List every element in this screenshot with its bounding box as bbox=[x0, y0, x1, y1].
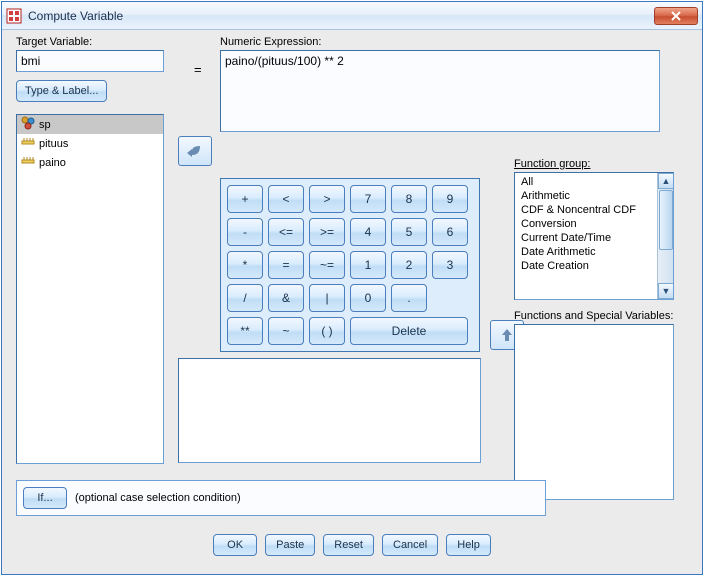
keypad-key[interactable]: . bbox=[391, 284, 427, 312]
keypad-key[interactable]: = bbox=[268, 251, 304, 279]
keypad-key[interactable]: 7 bbox=[350, 185, 386, 213]
reset-button[interactable]: Reset bbox=[323, 534, 374, 556]
variable-item[interactable]: paino bbox=[17, 153, 163, 172]
keypad-key[interactable]: ( ) bbox=[309, 317, 345, 345]
keypad-key[interactable]: > bbox=[309, 185, 345, 213]
keypad-key[interactable]: < bbox=[268, 185, 304, 213]
variable-name: sp bbox=[39, 119, 51, 131]
close-button[interactable] bbox=[654, 7, 698, 25]
description-box bbox=[178, 358, 481, 463]
variable-item[interactable]: pituus bbox=[17, 134, 163, 153]
function-group-label: Function group: bbox=[514, 158, 590, 170]
help-button[interactable]: Help bbox=[446, 534, 491, 556]
expression-input[interactable] bbox=[220, 50, 660, 132]
cancel-button[interactable]: Cancel bbox=[382, 534, 438, 556]
keypad-key[interactable]: 9 bbox=[432, 185, 468, 213]
arrow-left-curve-icon bbox=[186, 144, 204, 158]
keypad-key[interactable]: 8 bbox=[391, 185, 427, 213]
keypad-key[interactable]: + bbox=[227, 185, 263, 213]
function-group-item[interactable]: All bbox=[515, 175, 673, 189]
arrow-up-icon bbox=[501, 328, 513, 342]
keypad-key[interactable]: 5 bbox=[391, 218, 427, 246]
titlebar[interactable]: Compute Variable bbox=[2, 2, 702, 30]
function-group-item[interactable]: CDF & Noncentral CDF bbox=[515, 203, 673, 217]
keypad-key[interactable]: 2 bbox=[391, 251, 427, 279]
function-group-list[interactable]: AllArithmeticCDF & Noncentral CDFConvers… bbox=[514, 172, 674, 300]
keypad-key[interactable]: * bbox=[227, 251, 263, 279]
keypad-key[interactable]: <= bbox=[268, 218, 304, 246]
keypad-key[interactable]: ~= bbox=[309, 251, 345, 279]
keypad-key[interactable]: 6 bbox=[432, 218, 468, 246]
keypad-key[interactable]: ~ bbox=[268, 317, 304, 345]
if-button[interactable]: If... bbox=[23, 487, 67, 509]
keypad-key[interactable]: 3 bbox=[432, 251, 468, 279]
scale-icon bbox=[21, 154, 35, 171]
target-label: Target Variable: bbox=[16, 36, 164, 48]
scale-icon bbox=[21, 135, 35, 152]
move-to-expression-button[interactable] bbox=[178, 136, 212, 166]
function-group-item[interactable]: Date Arithmetic bbox=[515, 245, 673, 259]
scrollbar[interactable]: ▲ ▼ bbox=[657, 173, 673, 299]
functions-list[interactable] bbox=[514, 324, 674, 500]
function-group-item[interactable]: Conversion bbox=[515, 217, 673, 231]
keypad-key[interactable]: | bbox=[309, 284, 345, 312]
if-condition-row: If... (optional case selection condition… bbox=[16, 480, 546, 516]
if-desc: (optional case selection condition) bbox=[75, 492, 241, 504]
keypad-key[interactable]: 1 bbox=[350, 251, 386, 279]
function-group-item[interactable]: Date Creation bbox=[515, 259, 673, 273]
keypad-key[interactable]: - bbox=[227, 218, 263, 246]
keypad-key[interactable]: ** bbox=[227, 317, 263, 345]
keypad-key[interactable]: >= bbox=[309, 218, 345, 246]
keypad-key[interactable]: 4 bbox=[350, 218, 386, 246]
keypad-key[interactable]: & bbox=[268, 284, 304, 312]
variable-name: pituus bbox=[39, 138, 68, 150]
target-variable-input[interactable] bbox=[16, 50, 164, 72]
keypad-key[interactable]: / bbox=[227, 284, 263, 312]
window-title: Compute Variable bbox=[28, 9, 123, 23]
keypad: +<>789 -<=>=456 *=~=123 /&|0. **~( )Delete bbox=[220, 178, 480, 352]
scroll-up-button[interactable]: ▲ bbox=[658, 173, 674, 189]
paste-button[interactable]: Paste bbox=[265, 534, 315, 556]
expression-label: Numeric Expression: bbox=[220, 36, 660, 48]
nominal-icon bbox=[21, 116, 35, 133]
equals-label: = bbox=[194, 62, 202, 77]
function-group-item[interactable]: Arithmetic bbox=[515, 189, 673, 203]
type-label-button[interactable]: Type & Label... bbox=[16, 80, 107, 102]
keypad-delete-button[interactable]: Delete bbox=[350, 317, 468, 345]
keypad-key[interactable]: 0 bbox=[350, 284, 386, 312]
variable-item[interactable]: sp bbox=[17, 115, 163, 134]
compute-variable-dialog: Compute Variable Target Variable: Type &… bbox=[1, 1, 703, 575]
function-group-item[interactable]: Current Date/Time bbox=[515, 231, 673, 245]
scroll-thumb[interactable] bbox=[659, 190, 673, 250]
variable-name: paino bbox=[39, 157, 66, 169]
app-icon bbox=[6, 8, 22, 24]
variable-list[interactable]: sp pituus paino bbox=[16, 114, 164, 464]
ok-button[interactable]: OK bbox=[213, 534, 257, 556]
functions-special-label: Functions and Special Variables: bbox=[514, 310, 674, 322]
scroll-down-button[interactable]: ▼ bbox=[658, 283, 674, 299]
